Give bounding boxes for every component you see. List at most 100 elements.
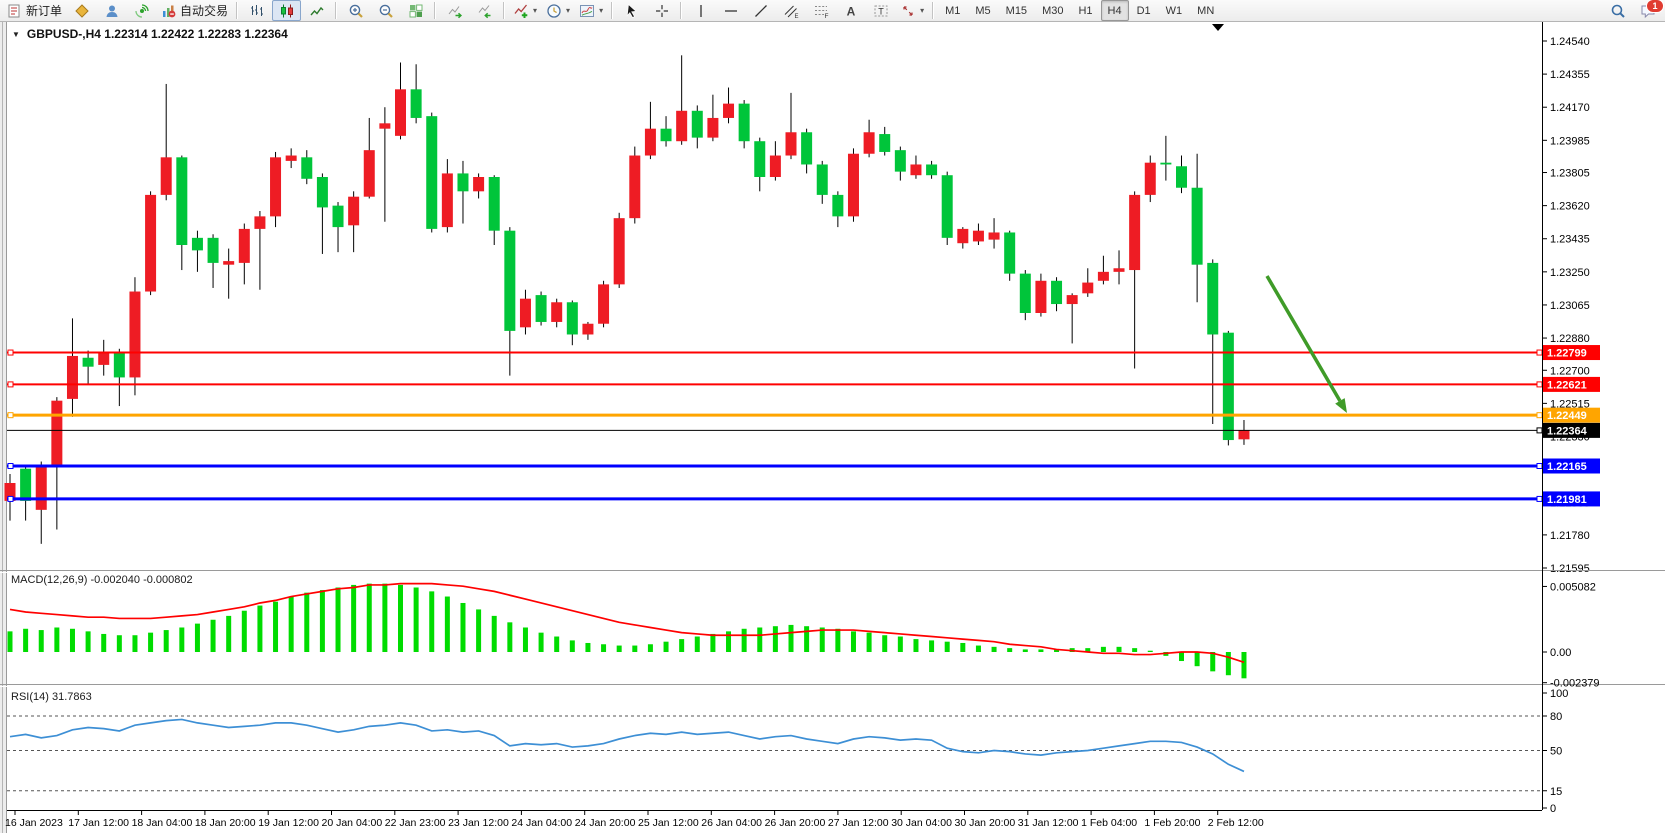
timeframe-m30-button[interactable]: M30 bbox=[1035, 0, 1070, 21]
zoom-in-button[interactable] bbox=[341, 0, 370, 21]
macd-histogram-bar bbox=[585, 643, 590, 652]
gold-symbol-button[interactable] bbox=[67, 0, 96, 21]
svg-text:T: T bbox=[878, 6, 884, 16]
candle bbox=[926, 164, 937, 175]
macd-histogram-bar bbox=[554, 637, 559, 652]
line-axis-handle bbox=[1537, 496, 1542, 501]
candle bbox=[114, 352, 125, 377]
timeframe-w1-button[interactable]: W1 bbox=[1159, 0, 1190, 21]
line-axis-handle bbox=[1537, 350, 1542, 355]
candlestick-chart-button[interactable] bbox=[272, 0, 301, 21]
line-anchor-handle[interactable] bbox=[8, 464, 13, 469]
fibonacci-button[interactable]: F bbox=[806, 0, 835, 21]
macd-indicator-label[interactable]: MACD(12,26,9) -0.002040 -0.000802 bbox=[11, 574, 193, 586]
horizontal-line-button[interactable] bbox=[716, 0, 745, 21]
candle bbox=[1160, 163, 1171, 165]
candle bbox=[333, 206, 344, 227]
trendline-button[interactable] bbox=[746, 0, 775, 21]
chart-surface[interactable] bbox=[7, 23, 1542, 571]
chart-shift-button[interactable] bbox=[470, 0, 499, 21]
macd-histogram-bar bbox=[289, 597, 294, 652]
search-button[interactable] bbox=[1603, 0, 1632, 21]
price-tick-label: 1.22880 bbox=[1550, 333, 1590, 345]
timeframe-m1-button[interactable]: M1 bbox=[938, 0, 967, 21]
time-tick-label: 26 Jan 04:00 bbox=[701, 817, 762, 829]
candle bbox=[989, 232, 1000, 239]
candle bbox=[707, 118, 718, 138]
timeframe-mn-button[interactable]: MN bbox=[1190, 0, 1221, 21]
time-tick-label: 22 Jan 23:00 bbox=[385, 817, 446, 829]
time-tick-label: 24 Jan 20:00 bbox=[575, 817, 636, 829]
templates-button[interactable]: ▾ bbox=[575, 0, 607, 21]
line-anchor-handle[interactable] bbox=[8, 413, 13, 418]
search-icon bbox=[1610, 3, 1626, 19]
timeframe-h1-button[interactable]: H1 bbox=[1071, 0, 1099, 21]
line-anchor-handle[interactable] bbox=[8, 350, 13, 355]
timeframe-m15-button[interactable]: M15 bbox=[999, 0, 1034, 21]
time-tick-label: 19 Jan 12:00 bbox=[258, 817, 319, 829]
candle bbox=[161, 157, 172, 195]
rsi-tick-label: 50 bbox=[1550, 746, 1562, 758]
new-order-button[interactable]: 新订单 bbox=[3, 0, 66, 21]
macd-histogram-bar bbox=[679, 639, 684, 652]
timeframe-d1-button[interactable]: D1 bbox=[1130, 0, 1158, 21]
macd-histogram-bar bbox=[445, 597, 450, 652]
time-tick-label: 30 Jan 20:00 bbox=[955, 817, 1016, 829]
candle bbox=[1020, 274, 1031, 313]
one-click-trading-toggle[interactable]: ▼ bbox=[12, 30, 20, 39]
text-label-button[interactable]: T bbox=[866, 0, 895, 21]
hline-icon bbox=[723, 3, 739, 19]
vline-icon bbox=[693, 3, 709, 19]
tile-windows-button[interactable] bbox=[401, 0, 430, 21]
macd-histogram-bar bbox=[460, 603, 465, 652]
candle bbox=[192, 238, 203, 251]
candle bbox=[1129, 195, 1140, 270]
text-button[interactable]: A bbox=[836, 0, 865, 21]
macd-histogram-bar bbox=[1226, 652, 1231, 675]
autotrade-icon bbox=[161, 3, 177, 19]
candle bbox=[286, 156, 297, 161]
macd-histogram-bar bbox=[117, 635, 122, 652]
candle bbox=[973, 231, 984, 242]
profile-button[interactable] bbox=[97, 0, 126, 21]
macd-histogram-bar bbox=[273, 602, 278, 652]
bar-chart-button[interactable] bbox=[242, 0, 271, 21]
timeframe-m5-button[interactable]: M5 bbox=[968, 0, 997, 21]
indicators-button[interactable]: ▾ bbox=[509, 0, 541, 21]
macd-histogram-bar bbox=[320, 590, 325, 652]
candle bbox=[442, 173, 453, 227]
crosshair-icon bbox=[654, 3, 670, 19]
arrows-button[interactable]: ▾ bbox=[896, 0, 928, 21]
macd-histogram-bar bbox=[898, 637, 903, 652]
signal-icon bbox=[134, 3, 150, 19]
line-chart-button[interactable] bbox=[302, 0, 331, 21]
line-anchor-handle[interactable] bbox=[8, 382, 13, 387]
cursor-button[interactable] bbox=[617, 0, 646, 21]
equidistant-channel-button[interactable]: E bbox=[776, 0, 805, 21]
crosshair-button[interactable] bbox=[647, 0, 676, 21]
vertical-line-button[interactable] bbox=[686, 0, 715, 21]
toolbar-separator bbox=[680, 2, 682, 19]
price-line-label: 1.22364 bbox=[1547, 425, 1588, 437]
periods-button[interactable]: ▾ bbox=[542, 0, 574, 21]
notifications-button[interactable]: 1 bbox=[1633, 0, 1662, 21]
zoom-out-button[interactable] bbox=[371, 0, 400, 21]
timeframe-h4-button[interactable]: H4 bbox=[1101, 0, 1129, 21]
signals-button[interactable] bbox=[127, 0, 156, 21]
macd-histogram-bar bbox=[1007, 648, 1012, 652]
line-anchor-handle[interactable] bbox=[8, 496, 13, 501]
auto-trading-button[interactable]: 自动交易 bbox=[157, 0, 232, 21]
macd-histogram-bar bbox=[179, 627, 184, 652]
chevron-down-icon: ▾ bbox=[566, 6, 570, 15]
price-tick-label: 1.24170 bbox=[1550, 102, 1590, 114]
time-tick-label: 26 Jan 20:00 bbox=[765, 817, 826, 829]
chart-title-bar: ▼ GBPUSD-,H4 1.22314 1.22422 1.22283 1.2… bbox=[12, 27, 288, 41]
indicators-icon bbox=[513, 3, 529, 19]
candle bbox=[145, 195, 156, 292]
macd-histogram-bar bbox=[164, 630, 169, 652]
time-tick-label: 24 Jan 04:00 bbox=[511, 817, 572, 829]
candle bbox=[910, 164, 921, 175]
auto-scroll-button[interactable] bbox=[440, 0, 469, 21]
macd-histogram-bar bbox=[773, 626, 778, 652]
rsi-indicator-label[interactable]: RSI(14) 31.7863 bbox=[11, 691, 92, 703]
